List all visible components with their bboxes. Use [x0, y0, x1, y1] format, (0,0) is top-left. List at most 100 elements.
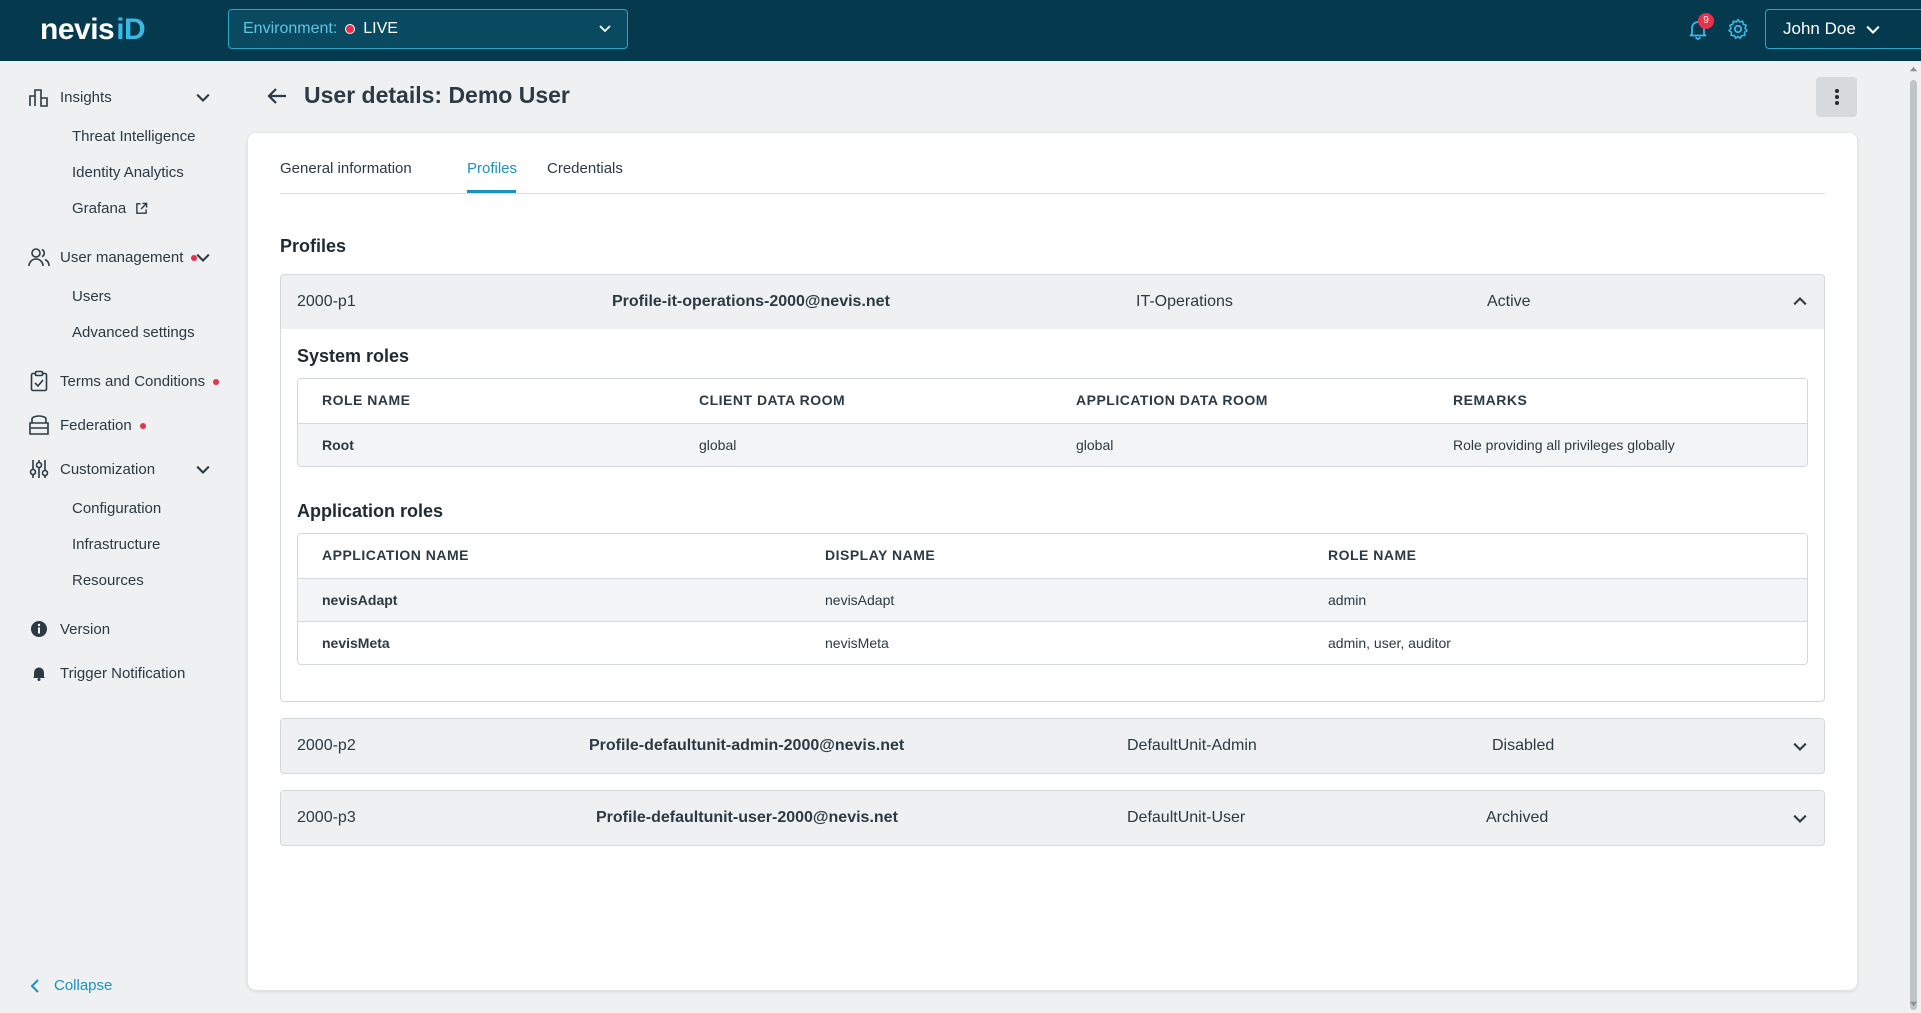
sidebar-item-label: Version [60, 620, 111, 638]
sidebar-item-label: Insights [60, 88, 112, 106]
sidebar-item-trigger-notification[interactable]: Trigger Notification [0, 657, 232, 689]
application-data-room-cell: global [1076, 437, 1114, 453]
profile-header[interactable]: 2000-p3 Profile-defaultunit-user-2000@ne… [281, 791, 1824, 845]
bank-icon [28, 414, 50, 436]
table-row: nevisAdapt nevisAdapt admin [298, 578, 1807, 621]
more-options-button[interactable] [1816, 77, 1857, 117]
role-name-cell: admin [1328, 592, 1367, 608]
page-title: User details: Demo User [304, 82, 570, 108]
profile-email: Profile-defaultunit-admin-2000@nevis.net [589, 737, 905, 754]
sidebar-item-customization[interactable]: Customization [0, 453, 232, 485]
gear-icon[interactable] [1726, 17, 1750, 41]
scrollbar-thumb[interactable] [1910, 80, 1917, 1010]
sidebar-item-label: Trigger Notification [60, 664, 186, 682]
client-data-room-cell: global [699, 437, 737, 453]
sidebar-item-identity-analytics[interactable]: Identity Analytics [72, 164, 184, 181]
tab-general-information[interactable]: General information [280, 160, 412, 177]
profile-status: Archived [1486, 809, 1549, 826]
column-header: CLIENT DATA ROOM [699, 392, 846, 408]
profile-header[interactable]: 2000-p1 Profile-it-operations-2000@nevis… [281, 275, 1824, 329]
profile-id: 2000-p2 [297, 737, 356, 754]
users-icon [28, 246, 50, 268]
column-header: APPLICATION NAME [322, 547, 469, 563]
sidebar-item-user-management[interactable]: User management [0, 241, 232, 273]
chevron-down-icon [599, 25, 611, 33]
info-icon [28, 618, 50, 640]
sidebar-item-label: Federation [60, 417, 146, 434]
table-header-row: APPLICATION NAME DISPLAY NAME ROLE NAME [298, 534, 1807, 578]
section-title: Profiles [280, 236, 347, 256]
scroll-up-arrow-icon[interactable] [1909, 65, 1918, 74]
column-header: REMARKS [1453, 392, 1528, 408]
system-roles-title: System roles [297, 346, 410, 366]
sidebar-item-label: User management [60, 249, 198, 266]
chevron-down-icon [196, 93, 210, 102]
sidebar-item-label: Customization [60, 460, 156, 478]
sidebar-item-configuration[interactable]: Configuration [72, 500, 161, 517]
profile-email: Profile-it-operations-2000@nevis.net [612, 293, 890, 310]
profile-status: Active [1487, 293, 1531, 310]
chevron-up-icon [1793, 297, 1807, 306]
tab-profiles[interactable]: Profiles [467, 160, 517, 177]
nevis-logo[interactable]: nevis iD [40, 12, 146, 48]
application-roles-table: APPLICATION NAME DISPLAY NAME ROLE NAME … [297, 533, 1808, 665]
logo-text: nevis [40, 13, 115, 46]
application-name-cell: nevisAdapt [322, 592, 398, 608]
profile-unit: DefaultUnit-User [1127, 809, 1246, 826]
sidebar-item-resources[interactable]: Resources [72, 572, 144, 589]
profile-header[interactable]: 2000-p2 Profile-defaultunit-admin-2000@n… [281, 719, 1824, 773]
profile-unit: IT-Operations [1136, 293, 1233, 310]
table-row: Root global global Role providing all pr… [298, 423, 1807, 466]
kebab-menu-icon [1834, 89, 1839, 105]
back-arrow-icon[interactable] [266, 85, 288, 107]
sidebar-item-advanced-settings[interactable]: Advanced settings [72, 324, 195, 341]
column-header: DISPLAY NAME [825, 547, 936, 563]
column-header: ROLE NAME [1328, 547, 1417, 563]
user-menu-button[interactable]: John Doe [1765, 9, 1921, 49]
notification-badge: 9 [1698, 13, 1714, 29]
top-bar: nevis iD Environment: LIVE 9 John Doe [0, 0, 1921, 61]
role-name-cell: admin, user, auditor [1328, 635, 1451, 651]
environment-value: LIVE [363, 20, 398, 37]
sidebar-item-users[interactable]: Users [72, 288, 111, 305]
sidebar-item-label: Grafana [72, 200, 127, 217]
collapse-sidebar-button[interactable]: Collapse [30, 977, 112, 994]
sidebar-item-grafana[interactable]: Grafana [72, 200, 148, 217]
scroll-down-arrow-icon[interactable] [1909, 999, 1918, 1008]
profile-id: 2000-p1 [297, 293, 356, 310]
tab-credentials[interactable]: Credentials [547, 160, 623, 177]
user-details-card: General information Profiles Credentials… [248, 133, 1857, 990]
table-row: nevisMeta nevisMeta admin, user, auditor [298, 621, 1807, 664]
application-roles-title: Application roles [297, 501, 444, 521]
chevron-down-icon [1793, 814, 1807, 823]
column-header: APPLICATION DATA ROOM [1076, 392, 1268, 408]
external-link-icon [136, 202, 148, 214]
chevron-down-icon [1866, 25, 1880, 34]
column-header: ROLE NAME [322, 392, 411, 408]
sidebar-item-infrastructure[interactable]: Infrastructure [72, 536, 160, 553]
chevron-down-icon [1793, 742, 1807, 751]
remarks-cell: Role providing all privileges globally [1453, 437, 1675, 453]
sidebar-item-terms[interactable]: Terms and Conditions [0, 365, 232, 397]
sidebar-item-threat-intelligence[interactable]: Threat Intelligence [72, 128, 195, 145]
collapse-label: Collapse [54, 977, 113, 994]
sidebar-item-federation[interactable]: Federation [0, 409, 232, 441]
system-roles-table: ROLE NAME CLIENT DATA ROOM APPLICATION D… [297, 378, 1808, 467]
display-name-cell: nevisMeta [825, 635, 889, 651]
environment-label: Environment: [243, 20, 338, 37]
chevron-down-icon [196, 465, 210, 474]
active-tab-indicator [467, 190, 516, 193]
tab-bar: General information Profiles Credentials [280, 133, 1825, 194]
environment-select[interactable]: Environment: LIVE [228, 9, 628, 49]
role-name-cell: Root [322, 437, 354, 453]
profile-accordion: 2000-p1 Profile-it-operations-2000@nevis… [280, 274, 1825, 702]
profile-id: 2000-p3 [297, 809, 356, 826]
alert-dot [139, 422, 146, 429]
chevron-down-icon [196, 253, 210, 262]
bar-chart-icon [28, 86, 50, 108]
sidebar-item-insights[interactable]: Insights [0, 81, 232, 113]
sidebar-item-label: Terms and Conditions [60, 373, 220, 390]
sidebar-item-version[interactable]: Version [0, 613, 232, 645]
scrollbar[interactable] [1906, 61, 1921, 1013]
sidebar: Insights Threat Intelligence Identity An… [0, 61, 232, 1013]
